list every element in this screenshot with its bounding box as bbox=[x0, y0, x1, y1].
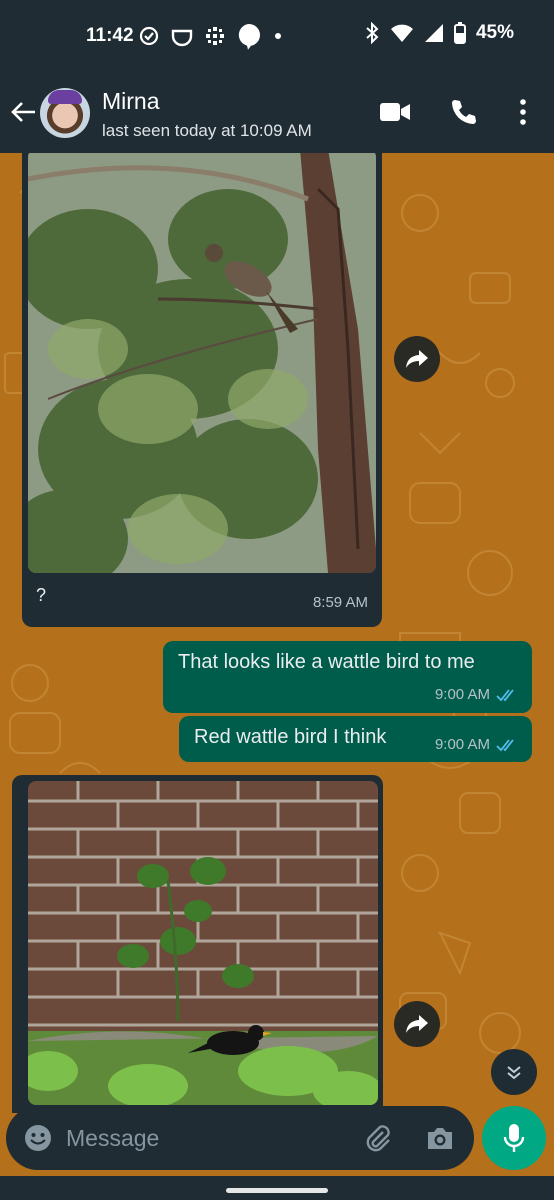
scroll-down-icon bbox=[507, 1066, 521, 1080]
blackbird-brick-wall-image bbox=[28, 781, 378, 1105]
forward-button[interactable] bbox=[394, 1001, 440, 1047]
battery-percent: 45% bbox=[475, 22, 514, 43]
status-time: 11:42 bbox=[86, 25, 134, 46]
voice-call-icon bbox=[452, 100, 476, 124]
outgoing-text-message[interactable]: Red wattle bird I think 9:00 AM bbox=[179, 716, 532, 762]
message-meta: 9:00 AM bbox=[435, 686, 518, 703]
voice-call-button[interactable] bbox=[445, 94, 481, 130]
forward-button[interactable] bbox=[394, 336, 440, 382]
message-meta: 9:00 AM bbox=[435, 736, 518, 753]
chat-header: Mirna last seen today at 10:09 AM bbox=[0, 72, 554, 153]
chat-bubble-app-icon bbox=[238, 23, 260, 50]
mic-icon bbox=[503, 1124, 525, 1152]
check-circle-icon bbox=[139, 26, 159, 46]
message-text: Red wattle bird I think bbox=[194, 726, 387, 748]
dot-icon bbox=[275, 33, 281, 39]
image-caption: ? bbox=[36, 585, 47, 605]
slack-icon bbox=[206, 27, 224, 45]
message-text: That looks like a wattle bird to me bbox=[178, 651, 475, 673]
emoji-icon bbox=[25, 1125, 51, 1151]
system-nav-bar bbox=[0, 1176, 554, 1200]
read-ticks-icon bbox=[496, 738, 514, 751]
message-time: 9:00 AM bbox=[434, 736, 490, 753]
voice-message-button[interactable] bbox=[482, 1106, 546, 1170]
system-icons: 45% bbox=[364, 22, 514, 44]
message-input[interactable] bbox=[66, 1118, 346, 1158]
emoji-button[interactable] bbox=[22, 1122, 54, 1154]
outgoing-text-message[interactable]: That looks like a wattle bird to me 9:00… bbox=[163, 641, 532, 713]
bird-in-tree-photo[interactable] bbox=[28, 153, 376, 573]
read-ticks-icon bbox=[496, 688, 514, 701]
notification-icons bbox=[138, 22, 284, 50]
bird-in-tree-image bbox=[28, 153, 376, 573]
incoming-image-message[interactable]: ? 8:59 AM bbox=[22, 153, 382, 627]
scroll-to-bottom-button[interactable] bbox=[491, 1049, 537, 1095]
wifi-icon bbox=[390, 24, 413, 42]
message-time: 9:00 AM bbox=[434, 686, 490, 703]
forward-icon bbox=[406, 350, 428, 368]
blackbird-brick-wall-photo[interactable] bbox=[28, 781, 378, 1105]
contact-last-seen[interactable]: last seen today at 10:09 AM bbox=[102, 121, 312, 141]
attach-icon bbox=[366, 1125, 390, 1152]
signal-icon bbox=[424, 24, 443, 42]
video-call-icon bbox=[380, 103, 410, 121]
delivery-app-icon bbox=[171, 29, 193, 47]
back-arrow-icon bbox=[11, 102, 35, 122]
incoming-image-message[interactable] bbox=[12, 775, 383, 1113]
message-composer bbox=[6, 1106, 474, 1170]
chat-area[interactable]: ? 8:59 AM That looks like a wattle bird … bbox=[0, 153, 554, 1113]
more-options-icon bbox=[520, 99, 526, 125]
more-options-button[interactable] bbox=[505, 94, 541, 130]
forward-icon bbox=[406, 1015, 428, 1033]
top-bar: 11:42 45% Mirna last seen today at 10:09… bbox=[0, 0, 554, 153]
camera-button[interactable] bbox=[424, 1122, 456, 1154]
camera-icon bbox=[428, 1128, 452, 1149]
battery-icon bbox=[453, 22, 466, 44]
status-bar: 11:42 45% bbox=[0, 0, 554, 72]
home-gesture-handle[interactable] bbox=[226, 1188, 328, 1193]
attach-button[interactable] bbox=[362, 1122, 394, 1154]
contact-name[interactable]: Mirna bbox=[102, 88, 160, 115]
avatar[interactable] bbox=[40, 88, 90, 138]
bluetooth-icon bbox=[366, 22, 379, 44]
back-button[interactable] bbox=[8, 96, 40, 128]
message-time: 8:59 AM bbox=[312, 594, 368, 611]
video-call-button[interactable] bbox=[377, 94, 413, 130]
